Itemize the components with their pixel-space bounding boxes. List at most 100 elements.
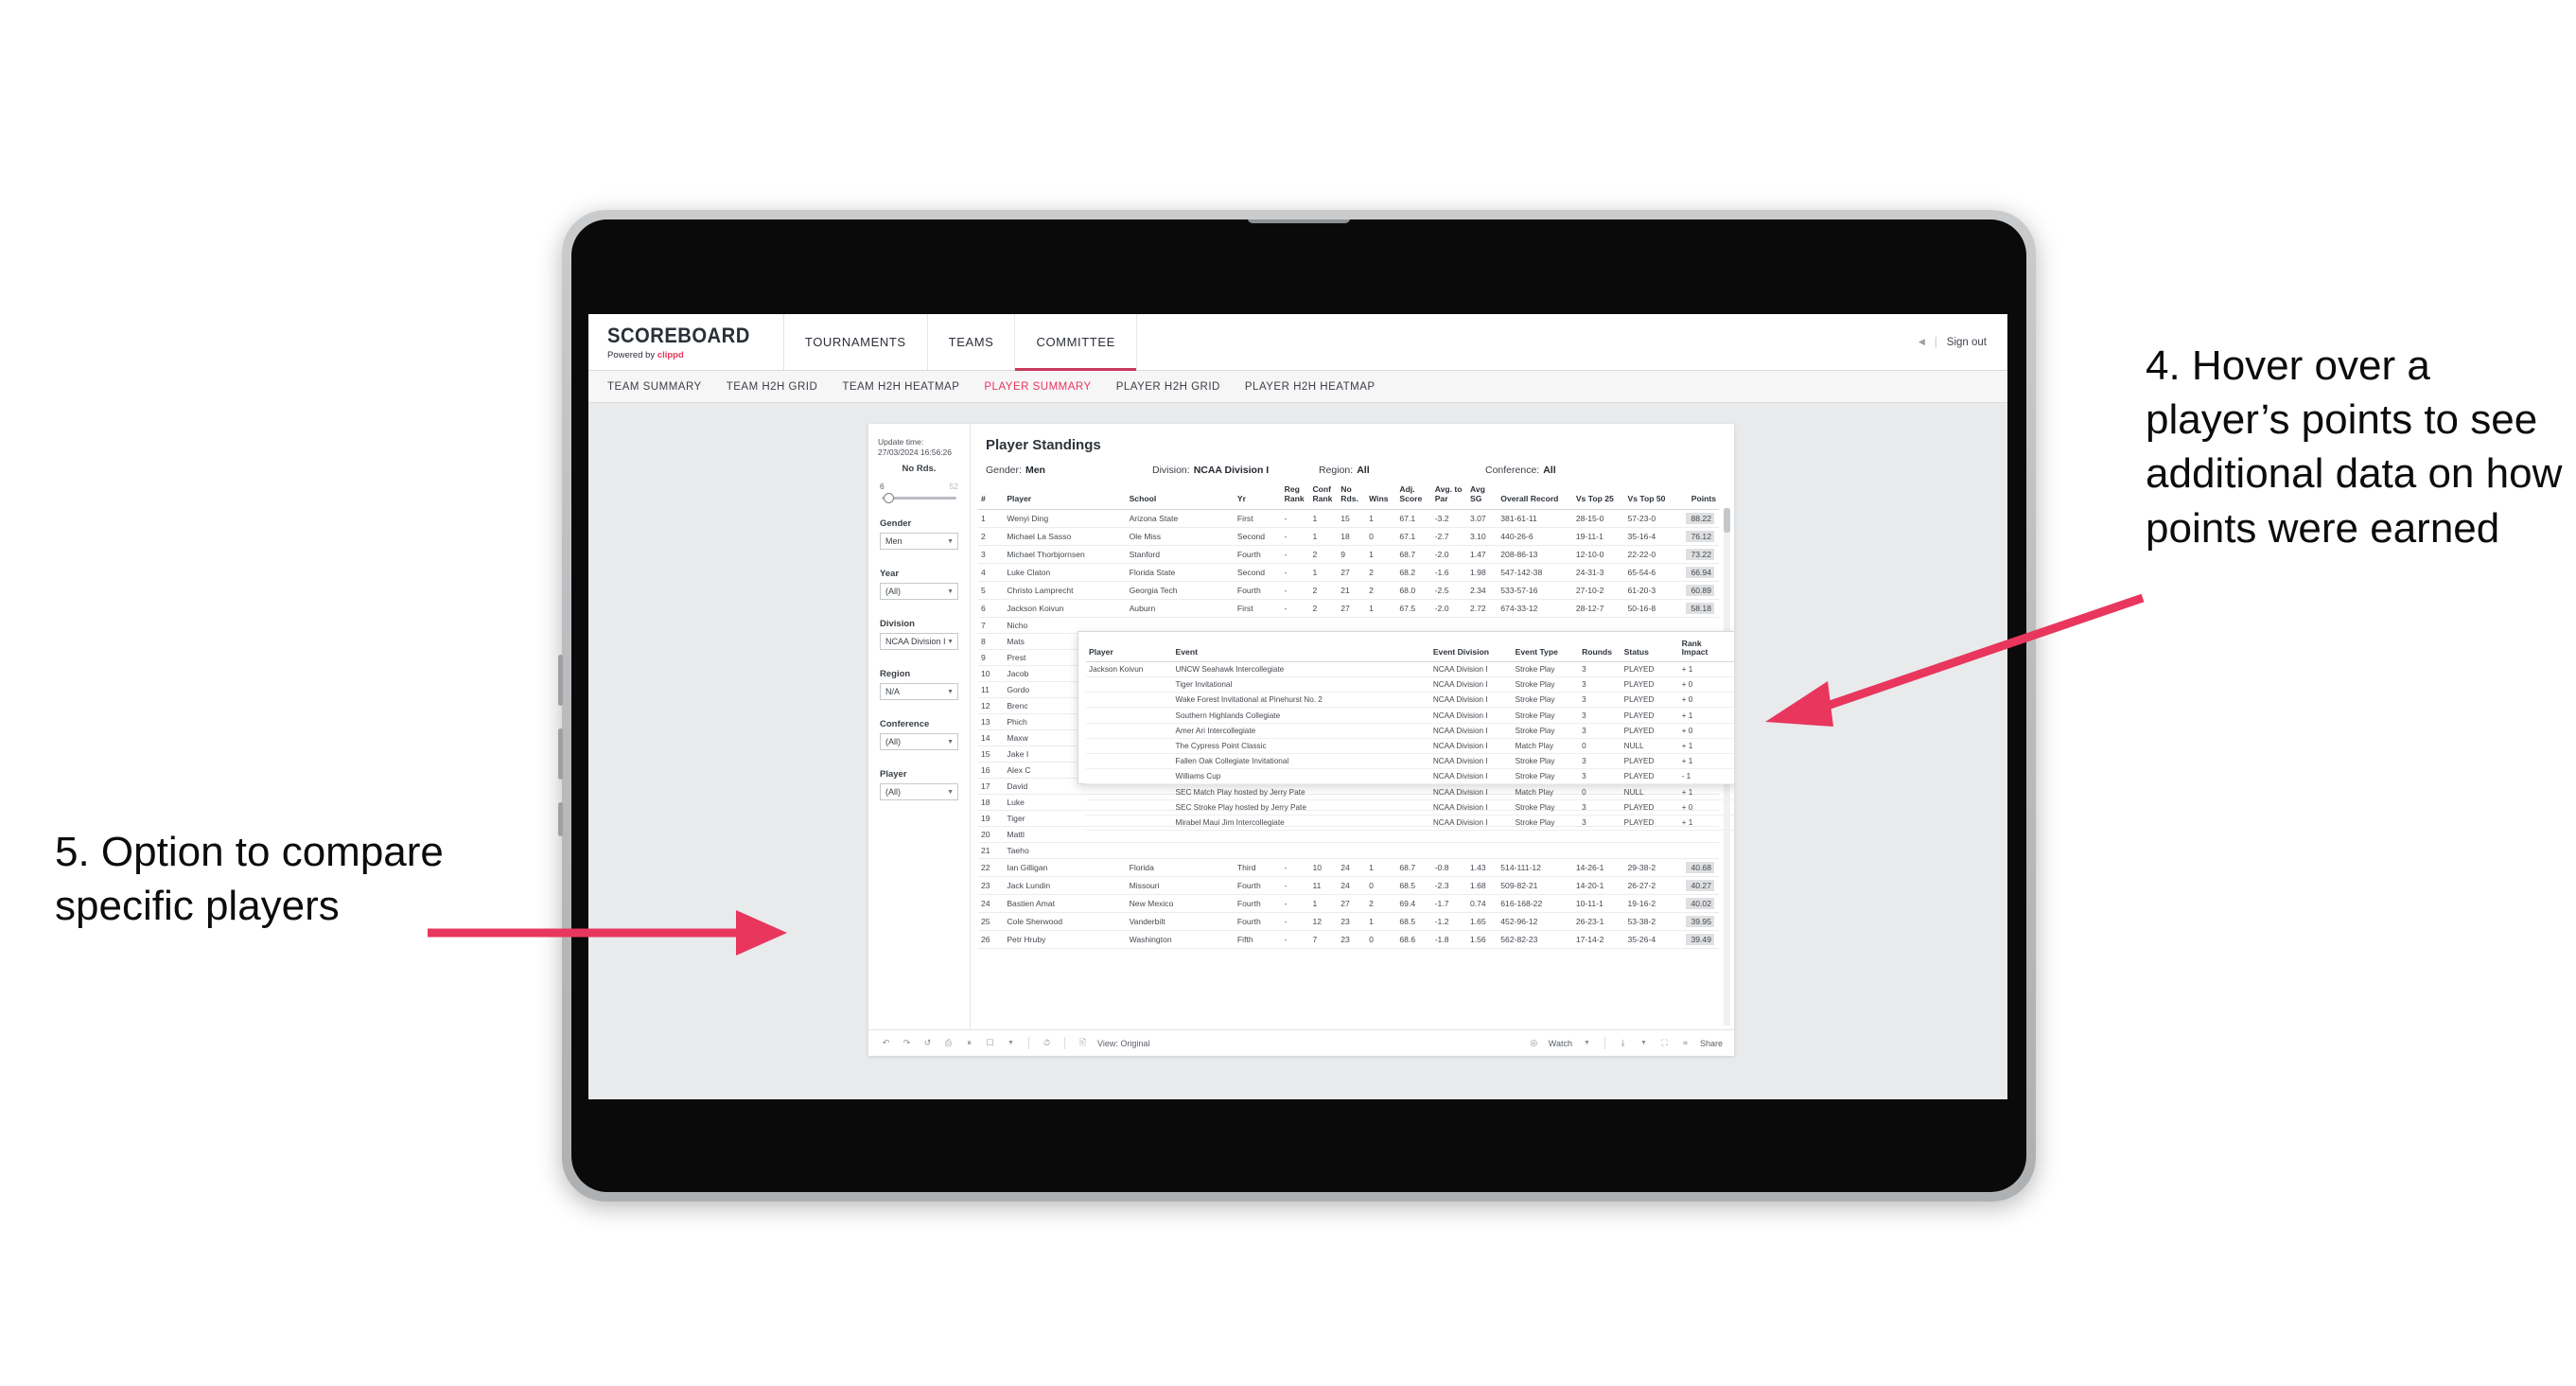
table-row[interactable]: 21 Taeho <box>978 842 1719 859</box>
revert-icon[interactable]: ↺ <box>921 1037 934 1049</box>
tt-cell-event-type: Stroke Play <box>1512 815 1580 831</box>
nav-item-tournaments[interactable]: TOURNAMENTS <box>784 314 928 370</box>
points-value[interactable]: 40.02 <box>1686 897 1714 909</box>
table-row[interactable]: 25 Cole Sherwood Vanderbilt Fourth -12 23 1 68.… <box>978 912 1719 931</box>
cell-points[interactable]: 40.27 <box>1676 876 1719 895</box>
col-vs-top-25[interactable]: Vs Top 25 <box>1572 483 1625 510</box>
points-value[interactable]: 60.89 <box>1686 584 1714 596</box>
chevron-down-icon[interactable]: ▼ <box>1638 1037 1650 1049</box>
undo-icon[interactable]: ↶ <box>880 1037 892 1049</box>
chevron-down-icon[interactable]: ▼ <box>1581 1037 1593 1049</box>
view-icon[interactable]: 🖹 <box>1077 1037 1089 1049</box>
col-avg-to-par[interactable]: Avg. to Par <box>1431 483 1467 510</box>
table-header-row: # Player School Yr Reg Rank Conf Rank No… <box>978 483 1719 510</box>
cell-points[interactable]: 60.89 <box>1676 581 1719 600</box>
cell-overall-record: 381-61-11 <box>1498 509 1573 528</box>
view-label[interactable]: View: Original <box>1097 1039 1149 1048</box>
col-no-rds[interactable]: No Rds. <box>1338 483 1367 510</box>
cell-avg-to-par: -1.7 <box>1431 894 1467 913</box>
fullscreen-icon[interactable]: ⛶ <box>1658 1037 1671 1049</box>
cell-points[interactable]: 39.49 <box>1676 930 1719 949</box>
col-school[interactable]: School <box>1126 483 1235 510</box>
col-avg-sg[interactable]: Avg SG <box>1466 483 1498 510</box>
col-reg-rank[interactable]: Reg Rank <box>1281 483 1310 510</box>
col-conf-rank[interactable]: Conf Rank <box>1309 483 1339 510</box>
points-value[interactable]: 66.94 <box>1686 566 1714 578</box>
filter-region-select[interactable]: N/A ▼ <box>880 683 958 700</box>
table-row[interactable]: 22 Ian Gilligan Florida Third -10 24 1 68.7 -0.8… <box>978 858 1719 877</box>
tab-player-h2h-heatmap[interactable]: PLAYER H2H HEATMAP <box>1245 381 1376 393</box>
tab-player-h2h-grid[interactable]: PLAYER H2H GRID <box>1116 381 1220 393</box>
filter-year-select[interactable]: (All) ▼ <box>880 583 958 600</box>
col-player[interactable]: Player <box>1004 483 1127 510</box>
col-rank[interactable]: # <box>978 483 1005 510</box>
cell-points[interactable]: 66.94 <box>1676 563 1719 582</box>
points-value[interactable]: 39.49 <box>1686 933 1714 945</box>
points-value[interactable]: 88.22 <box>1686 512 1714 524</box>
watch-label[interactable]: Watch <box>1549 1039 1572 1048</box>
cell-points[interactable]: 76.12 <box>1676 527 1719 546</box>
nav-item-committee[interactable]: COMMITTEE <box>1015 314 1137 371</box>
col-adj-score[interactable]: Adj. Score <box>1396 483 1432 510</box>
logo-brand: clippd <box>657 350 684 360</box>
history-icon[interactable]: ⏱ <box>1041 1037 1053 1049</box>
table-row[interactable]: 3 Michael Thorbjornsen Stanford Fourth -2 9 1 6… <box>978 545 1719 564</box>
table-row[interactable]: 6 Jackson Koivun Auburn First -2 27 1 67.5 -2.0 2… <box>978 599 1719 618</box>
chevron-left-icon[interactable]: ◀ <box>1919 337 1925 347</box>
tab-team-h2h-heatmap[interactable]: TEAM H2H HEATMAP <box>842 381 959 393</box>
share-icon[interactable]: ∝ <box>1679 1037 1691 1049</box>
cell-points[interactable]: 88.22 <box>1676 509 1719 528</box>
col-wins[interactable]: Wins <box>1366 483 1397 510</box>
download-icon[interactable]: ⤓ <box>1617 1037 1629 1049</box>
alert-subscribe-icon[interactable]: ☐ <box>984 1037 996 1049</box>
table-row[interactable]: 1 Wenyi Ding Arizona State First -1 15 1 67.1 -3… <box>978 509 1719 528</box>
pause-updates-icon[interactable]: ⏸ <box>963 1037 975 1049</box>
col-yr[interactable]: Yr <box>1234 483 1282 510</box>
points-value[interactable]: 73.22 <box>1686 548 1714 560</box>
points-value[interactable]: 40.27 <box>1686 879 1714 891</box>
chevron-down-icon[interactable]: ▼ <box>1005 1037 1017 1049</box>
tt-cell-event-division: NCAA Division I <box>1429 661 1513 678</box>
cell-reg-rank: - <box>1281 858 1310 877</box>
table-row[interactable]: 2 Michael La Sasso Ole Miss Second -1 18 0 67.1… <box>978 527 1719 546</box>
cell-points[interactable] <box>1676 842 1719 859</box>
cell-points[interactable]: 40.68 <box>1676 858 1719 877</box>
tab-team-summary[interactable]: TEAM SUMMARY <box>607 381 702 393</box>
filter-player-select[interactable]: (All) ▼ <box>880 783 958 800</box>
cell-points[interactable]: 40.02 <box>1676 894 1719 913</box>
tab-player-summary[interactable]: PLAYER SUMMARY <box>984 381 1091 393</box>
filter-conference-select[interactable]: (All) ▼ <box>880 733 958 750</box>
cell-points[interactable]: 39.95 <box>1676 912 1719 931</box>
refresh-data-icon[interactable]: ⎙ <box>942 1037 955 1049</box>
tab-team-h2h-grid[interactable]: TEAM H2H GRID <box>727 381 818 393</box>
points-value[interactable]: 40.68 <box>1686 861 1714 873</box>
table-row[interactable]: 5 Christo Lamprecht Georgia Tech Fourth -2 21… <box>978 581 1719 600</box>
points-value[interactable]: 58.18 <box>1686 602 1714 614</box>
cell-conf-rank: 1 <box>1309 563 1339 582</box>
app-logo[interactable]: SCOREBOARD Powered by clippd <box>588 314 784 370</box>
table-scrollbar-thumb[interactable] <box>1724 508 1730 533</box>
rounds-slider[interactable] <box>882 493 956 503</box>
filter-gender-select[interactable]: Men ▼ <box>880 533 958 550</box>
points-value[interactable]: 76.12 <box>1686 530 1714 542</box>
table-row[interactable]: 23 Jack Lundin Missouri Fourth -11 24 0 68.5 -2.… <box>978 876 1719 895</box>
redo-icon[interactable]: ↷ <box>901 1037 913 1049</box>
nav-item-teams[interactable]: TEAMS <box>928 314 1016 370</box>
cell-points[interactable]: 73.22 <box>1676 545 1719 564</box>
share-label[interactable]: Share <box>1700 1039 1723 1048</box>
table-row[interactable]: 24 Bastien Amat New Mexico Fourth -1 27 2 69.4-… <box>978 894 1719 913</box>
cell-conf-rank: 12 <box>1309 912 1339 931</box>
rounds-slider-handle[interactable] <box>884 493 894 503</box>
cell-points[interactable]: 58.18 <box>1676 599 1719 618</box>
col-vs-top-50[interactable]: Vs Top 50 <box>1624 483 1677 510</box>
cell-school: Auburn <box>1126 599 1235 618</box>
tt-cell-w-points: 56.18 <box>1723 799 1734 816</box>
watch-icon[interactable]: ◎ <box>1528 1037 1540 1049</box>
filter-division-select[interactable]: NCAA Division I ▼ <box>880 633 958 650</box>
sign-out-link[interactable]: Sign out <box>1947 337 1987 348</box>
col-overall-record[interactable]: Overall Record <box>1498 483 1573 510</box>
col-points[interactable]: Points <box>1676 483 1719 510</box>
table-row[interactable]: 26 Petr Hruby Washington Fifth -7 23 0 68.6 -1.8… <box>978 930 1719 949</box>
points-value[interactable]: 39.95 <box>1686 915 1714 927</box>
table-row[interactable]: 4 Luke Claton Florida State Second -1 27 2 68.2… <box>978 563 1719 582</box>
